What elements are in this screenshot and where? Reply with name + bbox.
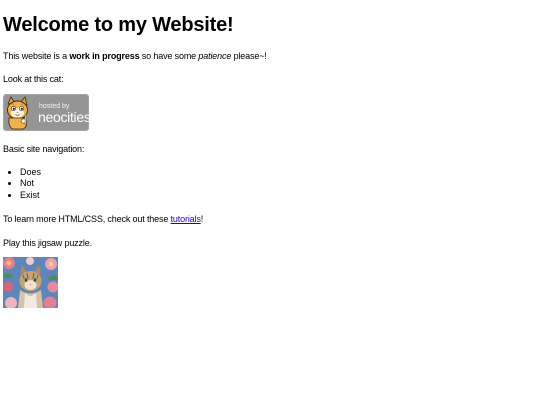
page-title: Welcome to my Website!	[3, 14, 234, 36]
list-item: Exist	[20, 190, 540, 202]
learn-text-end: !	[200, 214, 204, 225]
neocities-badge[interactable]: hosted by neocities	[3, 93, 91, 131]
intro-text-2: so have some	[139, 51, 199, 61]
list-item: Does	[20, 167, 540, 179]
cat-label: Look at this cat:	[3, 74, 64, 85]
neocities-cat-image: hosted by neocities	[3, 93, 91, 131]
list-item: Not	[20, 178, 540, 190]
intro-bold: work in progress	[69, 51, 140, 61]
puzzle-label: Play this jigsaw puzzle.	[3, 237, 92, 248]
cat-icon	[7, 95, 28, 129]
learn-text: To learn more HTML/CSS, check out these	[3, 214, 171, 225]
intro-paragraph: This website is a work in progress so ha…	[3, 51, 540, 62]
jigsaw-puzzle-image[interactable]	[3, 256, 59, 310]
learn-paragraph: To learn more HTML/CSS, check out these …	[3, 214, 540, 225]
intro-italic: patience	[198, 51, 232, 61]
page: Welcome to my Website! This website is a…	[0, 0, 540, 405]
intro-text-3: please~!	[231, 51, 267, 61]
tutorials-link[interactable]: tutorials	[171, 214, 201, 224]
nav-label: Basic site navigation:	[3, 143, 85, 154]
badge-line-2: neocities	[38, 109, 89, 125]
cat-flowers-image	[3, 256, 59, 310]
site-navigation-list: Does Not Exist	[3, 167, 540, 202]
intro-text-1: This website is a	[3, 51, 70, 61]
